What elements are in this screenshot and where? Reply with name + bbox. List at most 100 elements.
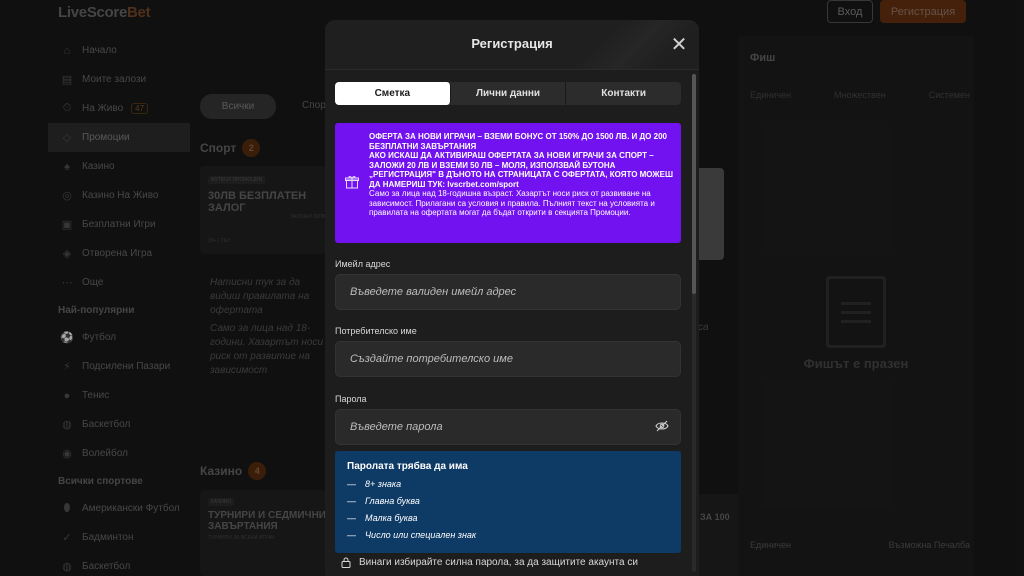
- betslip-empty-text: Фишът е празен: [803, 356, 909, 371]
- promo-terms-link[interactable]: Натисни тук за да видиш правилата на офе…: [210, 276, 326, 318]
- sport-section-title: Спорт 2: [200, 139, 261, 157]
- sidebar-item-badminton[interactable]: ✓ Бадминтон: [48, 523, 190, 552]
- dash-icon: —: [347, 496, 356, 506]
- promo-image: [698, 168, 724, 260]
- sidebar-item-american-football[interactable]: ⬮ Американски Футбол: [48, 494, 190, 523]
- casino-subtext: ТУРНИРИ ЗА ВСЕКИ ИГРАЧ: [208, 535, 275, 541]
- gift-icon: [345, 175, 359, 189]
- email-field[interactable]: [335, 274, 681, 310]
- sidebar: ⌂ Начало ▤ Моите залози ⏱ На Живо 47 ◇ Промоц…: [48, 36, 190, 576]
- sidebar-item-tennis[interactable]: ● Тенис: [48, 381, 190, 410]
- tab-contacts[interactable]: Контакти: [566, 82, 681, 105]
- tab-all[interactable]: Всички: [200, 94, 276, 119]
- sidebar-item-open-game[interactable]: ◈ Отворена Игра: [48, 239, 190, 268]
- casino-headline: ТУРНИРИ И СЕДМИЧНИ ЗАВЪРТАНИЯ: [208, 510, 326, 532]
- login-button[interactable]: Вход: [827, 0, 873, 23]
- password-requirements-title: Паролата трябва да има: [347, 461, 468, 472]
- username-label: Потребителско име: [335, 326, 417, 336]
- offer-headline: ОФЕРТА ЗА НОВИ ИГРАЧИ – ВЗЕМИ БОНУС ОТ 1…: [369, 132, 667, 151]
- modal-header: Регистрация ✕: [325, 20, 699, 70]
- basketball-icon: ◍: [62, 561, 72, 573]
- betslip-tab-system[interactable]: Системен: [929, 90, 970, 100]
- casino-card-2[interactable]: ЗА 100: [698, 494, 738, 576]
- bets-icon: ▤: [61, 74, 73, 86]
- promo-meta: 18+ | Т&У: [208, 238, 231, 244]
- sidebar-item-boosted[interactable]: ⚡ Подсилени Пазари: [48, 352, 190, 381]
- rule-number-special: — Число или специален знак: [347, 530, 477, 540]
- sidebar-item-live-casino[interactable]: ◎ Казино На Живо: [48, 181, 190, 210]
- password-hint: Винаги избирайте силна парола, за да защ…: [341, 557, 638, 568]
- sidebar-item-football[interactable]: ⚽ Футбол: [48, 323, 190, 352]
- logo[interactable]: LiveScoreBet: [58, 4, 151, 21]
- sidebar-item-live[interactable]: ⏱ На Живо 47: [48, 94, 190, 123]
- betslip-tab-single[interactable]: Единичен: [750, 90, 791, 100]
- betslip-tab-multiple[interactable]: Множествен: [834, 90, 886, 100]
- casino-card[interactable]: КАЗИНО ТУРНИРИ И СЕДМИЧНИ ЗАВЪРТАНИЯ ТУР…: [200, 490, 326, 576]
- free-games-icon: ▣: [61, 219, 73, 231]
- boost-icon: ⚡: [63, 361, 71, 373]
- offer-sport-info: АКО ИСКАШ ДА АКТИВИРАШ ОФЕРТАТА ЗА НОВИ …: [369, 151, 674, 189]
- password-field[interactable]: [335, 409, 681, 445]
- basketball-icon: ◍: [62, 419, 72, 431]
- promo-icon: ◇: [62, 132, 72, 144]
- username-field[interactable]: [335, 341, 681, 377]
- promo-disclaimer: Само за лица над 18-години. Хазартът нос…: [210, 323, 324, 376]
- sidebar-item-casino[interactable]: ♠ Казино: [48, 152, 190, 181]
- offer-disclaimer: Само за лица над 18-годишна възраст. Хаз…: [369, 189, 655, 217]
- rule-uppercase: — Главна буква: [347, 496, 420, 506]
- sport-count-badge: 2: [242, 139, 261, 157]
- live-casino-icon: ◎: [62, 190, 72, 202]
- tab-account[interactable]: Сметка: [335, 82, 451, 105]
- football-icon: ⚽: [60, 332, 74, 344]
- american-football-icon: ⬮: [63, 502, 71, 514]
- sidebar-item-free-games[interactable]: ▣ Безплатни Игри: [48, 210, 190, 239]
- betslip-footer-right: Възможна Печалба: [888, 540, 970, 550]
- promo-text-fragment: са: [698, 322, 709, 333]
- home-icon: ⌂: [63, 44, 71, 57]
- password-label: Парола: [335, 394, 367, 404]
- promo-headline: 30ЛВ БЕЗПЛАТЕН ЗАЛОГ: [208, 190, 307, 214]
- dash-icon: —: [347, 479, 356, 489]
- casino-count-badge: 4: [248, 462, 267, 480]
- popular-heading: Най-популярни: [58, 304, 135, 316]
- all-sports-heading: Всички спортове: [58, 475, 143, 487]
- empty-receipt-icon: [826, 276, 886, 348]
- dash-icon: —: [347, 513, 356, 523]
- register-button[interactable]: Регистрация: [880, 0, 966, 23]
- rule-lowercase: — Малка буква: [347, 513, 418, 523]
- casino-icon: ♠: [64, 160, 70, 173]
- promo-subtext: ЗАЛОЖИ 30ЛВ: [290, 214, 326, 220]
- promo-card[interactable]: ФУТБОЛ ПРОМОЦИЯ 30ЛВ БЕЗПЛАТЕН ЗАЛОГ ЗАЛ…: [200, 166, 326, 254]
- promo-tag: ФУТБОЛ ПРОМОЦИЯ: [208, 176, 266, 184]
- sidebar-item-more[interactable]: ⋯ Още: [48, 268, 190, 297]
- more-icon: ⋯: [61, 277, 73, 289]
- sidebar-item-basketball-all[interactable]: ◍ Баскетбол: [48, 552, 190, 576]
- betslip-panel: Фиш Единичен Множествен Системен Фишът е…: [738, 36, 974, 576]
- eye-icon[interactable]: [655, 420, 669, 432]
- sidebar-item-basketball[interactable]: ◍ Баскетбол: [48, 410, 190, 439]
- casino-section-title: Казино 4: [200, 462, 267, 480]
- lock-icon: [341, 557, 351, 568]
- modal-title: Регистрация: [471, 36, 553, 51]
- new-player-offer: ОФЕРТА ЗА НОВИ ИГРАЧИ – ВЗЕМИ БОНУС ОТ 1…: [335, 123, 681, 243]
- close-icon[interactable]: ✕: [670, 35, 688, 55]
- tab-sport[interactable]: Спор: [302, 100, 326, 111]
- sidebar-item-promotions[interactable]: ◇ Промоции: [48, 123, 190, 152]
- sidebar-item-home[interactable]: ⌂ Начало: [48, 36, 190, 65]
- registration-modal: Регистрация ✕ Сметка Лични данни Контакт…: [325, 20, 699, 576]
- badminton-icon: ✓: [62, 532, 72, 544]
- email-label: Имейл адрес: [335, 259, 391, 269]
- live-icon: ⏱: [62, 102, 72, 114]
- betslip-title: Фиш: [750, 52, 776, 64]
- betslip-tabs: Единичен Множествен Системен: [750, 90, 970, 100]
- sidebar-item-volleyball[interactable]: ◉ Волейбол: [48, 439, 190, 468]
- live-count-badge: 47: [131, 103, 149, 114]
- modal-scrollbar[interactable]: [692, 74, 696, 572]
- sidebar-item-my-bets[interactable]: ▤ Моите залози: [48, 65, 190, 94]
- open-game-icon: ◈: [62, 248, 72, 260]
- scroll-thumb[interactable]: [692, 74, 696, 294]
- dash-icon: —: [347, 530, 356, 540]
- betslip-footer-left: Единичен: [750, 540, 791, 550]
- tab-personal-data[interactable]: Лични данни: [451, 82, 567, 105]
- password-requirements: Паролата трябва да има —8+ знака — Главна…: [335, 451, 681, 553]
